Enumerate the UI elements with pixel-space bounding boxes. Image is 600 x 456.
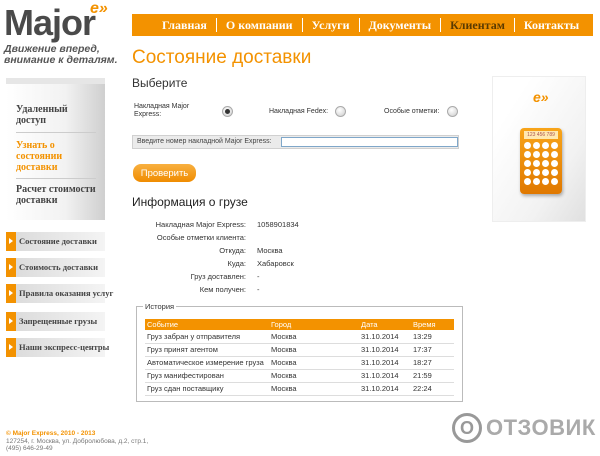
nav-contacts[interactable]: Контакты bbox=[513, 18, 588, 32]
history-box: История Событие Город Дата Время Груз за… bbox=[136, 302, 463, 402]
table-row: Груз принят агентом Москва 31.10.2014 17… bbox=[145, 343, 454, 357]
cell-event: Груз принят агентом bbox=[145, 343, 269, 357]
info-value-received-by: - bbox=[257, 285, 260, 294]
radio-special-marks[interactable] bbox=[447, 106, 458, 117]
history-table: Событие Город Дата Время Груз забран у о… bbox=[145, 319, 454, 396]
table-row: Груз сдан поставщику Москва 31.10.2014 2… bbox=[145, 382, 454, 396]
menu-service-rules[interactable]: Правила оказания услуг bbox=[6, 284, 113, 303]
nav-services[interactable]: Услуги bbox=[301, 18, 359, 32]
arrow-right-icon bbox=[6, 232, 16, 251]
info-value-waybill: 1058901834 bbox=[257, 220, 299, 229]
sidebar-divider bbox=[16, 132, 96, 133]
waybill-number-input[interactable] bbox=[281, 137, 458, 147]
logo-slogan: Движение вперед, внимание к деталям. bbox=[4, 43, 118, 66]
menu-delivery-cost[interactable]: Стоимость доставки bbox=[6, 258, 105, 277]
check-button[interactable]: Проверить bbox=[133, 164, 196, 182]
header-time: Время bbox=[411, 319, 454, 330]
cell-time: 17:37 bbox=[411, 343, 454, 357]
cell-time: 18:27 bbox=[411, 356, 454, 370]
nav-about[interactable]: О компании bbox=[215, 18, 302, 32]
info-label-received-by: Кем получен: bbox=[199, 285, 246, 294]
menu-delivery-status[interactable]: Состояние доставки bbox=[6, 232, 105, 251]
table-row: Груз забран у отправителя Москва 31.10.2… bbox=[145, 330, 454, 344]
sidebar-item-cost[interactable]: Расчет стоимости доставки bbox=[16, 184, 96, 206]
info-label-waybill: Накладная Major Express: bbox=[155, 220, 246, 229]
page-title: Состояние доставки bbox=[132, 47, 312, 68]
cell-time: 22:24 bbox=[411, 382, 454, 396]
logo-mark: e» bbox=[90, 0, 108, 17]
menu-forbidden-cargo[interactable]: Запрещенные грузы bbox=[6, 312, 105, 331]
table-row: Автоматическое измерение груза Москва 31… bbox=[145, 356, 454, 370]
footer-phone: (495) 646-29-49 bbox=[6, 445, 53, 452]
radio-label-special: Особые отметки: bbox=[384, 108, 440, 115]
table-row: Груз манифестирован Москва 31.10.2014 21… bbox=[145, 369, 454, 383]
radio-label-fedex: Накладная Fedex: bbox=[269, 108, 329, 115]
company-logo[interactable]: Major e» Движение вперед, внимание к дет… bbox=[4, 0, 124, 68]
info-label-to: Куда: bbox=[227, 259, 246, 268]
otzovik-watermark: O ОТЗОВИК bbox=[452, 413, 596, 443]
cell-city: Москва bbox=[269, 356, 359, 370]
arrow-right-icon bbox=[6, 258, 16, 277]
arrow-right-icon bbox=[6, 284, 16, 303]
info-label-from: Откуда: bbox=[219, 246, 246, 255]
calculator-icon: 123 456 789 bbox=[520, 128, 562, 194]
cell-time: 21:59 bbox=[411, 369, 454, 383]
info-value-delivered: - bbox=[257, 272, 260, 281]
cell-date: 31.10.2014 bbox=[359, 382, 411, 396]
watermark-text: ОТЗОВИК bbox=[486, 415, 596, 440]
nav-clients[interactable]: Клиентам bbox=[440, 18, 514, 32]
footer-address: 127254, г. Москва, ул. Добролюбова, д.2,… bbox=[6, 437, 149, 445]
header-city: Город bbox=[269, 319, 359, 330]
cell-city: Москва bbox=[269, 369, 359, 383]
cell-city: Москва bbox=[269, 343, 359, 357]
cell-event: Автоматическое измерение груза bbox=[145, 356, 269, 370]
sidebar-item-remote-access[interactable]: Удаленный доступ bbox=[16, 104, 68, 126]
nav-home[interactable]: Главная bbox=[132, 18, 216, 32]
footer: © Major Express, 2010 - 2013 127254, г. … bbox=[6, 430, 148, 453]
cell-date: 31.10.2014 bbox=[359, 369, 411, 383]
choose-heading: Выберите bbox=[132, 76, 188, 90]
waybill-input-row: Введите номер накладной Major Express: bbox=[132, 135, 459, 149]
history-legend: История bbox=[143, 302, 177, 311]
arrow-right-icon bbox=[6, 312, 16, 331]
cell-event: Груз забран у отправителя bbox=[145, 330, 269, 344]
cell-event: Груз манифестирован bbox=[145, 369, 269, 383]
top-navigation: Главная О компании Услуги Документы Клие… bbox=[132, 14, 593, 36]
sidebar-item-tracking[interactable]: Узнать о состоянии доставки bbox=[16, 140, 62, 173]
cell-event: Груз сдан поставщику bbox=[145, 382, 269, 396]
footer-copyright: © Major Express, 2010 - 2013 bbox=[6, 430, 96, 437]
cargo-info-heading: Информация о грузе bbox=[132, 195, 248, 209]
info-value-to: Хабаровск bbox=[257, 259, 294, 268]
info-value-from: Москва bbox=[257, 246, 283, 255]
calculator-keys bbox=[524, 142, 558, 185]
cell-city: Москва bbox=[269, 330, 359, 344]
radio-fedex[interactable] bbox=[335, 106, 346, 117]
brand-mark: e» bbox=[533, 89, 549, 105]
menu-express-centers[interactable]: Наши экспресс-центры bbox=[6, 338, 109, 357]
cell-time: 13:29 bbox=[411, 330, 454, 344]
arrow-right-icon bbox=[6, 338, 16, 357]
waybill-input-label: Введите номер накладной Major Express: bbox=[137, 138, 272, 145]
header-event: Событие bbox=[145, 319, 269, 330]
cell-date: 31.10.2014 bbox=[359, 343, 411, 357]
calculator-promo[interactable]: e» 123 456 789 bbox=[492, 76, 586, 222]
cell-date: 31.10.2014 bbox=[359, 330, 411, 344]
sidebar-divider bbox=[16, 178, 96, 179]
cell-date: 31.10.2014 bbox=[359, 356, 411, 370]
radio-label-major: Накладная Major Express: bbox=[134, 103, 190, 118]
header-date: Дата bbox=[359, 319, 411, 330]
radio-major-express[interactable] bbox=[222, 106, 233, 117]
sidebar-panel: Удаленный доступ Узнать о состоянии дост… bbox=[6, 78, 105, 220]
otzovik-logo-icon: O bbox=[452, 413, 482, 443]
info-label-delivered: Груз доставлен: bbox=[190, 272, 246, 281]
nav-documents[interactable]: Документы bbox=[358, 18, 441, 32]
calculator-screen: 123 456 789 bbox=[524, 131, 558, 139]
history-header-row: Событие Город Дата Время bbox=[145, 319, 454, 330]
info-label-special: Особые отметки клиента: bbox=[156, 233, 246, 242]
logo-word: Major bbox=[4, 2, 96, 43]
cell-city: Москва bbox=[269, 382, 359, 396]
